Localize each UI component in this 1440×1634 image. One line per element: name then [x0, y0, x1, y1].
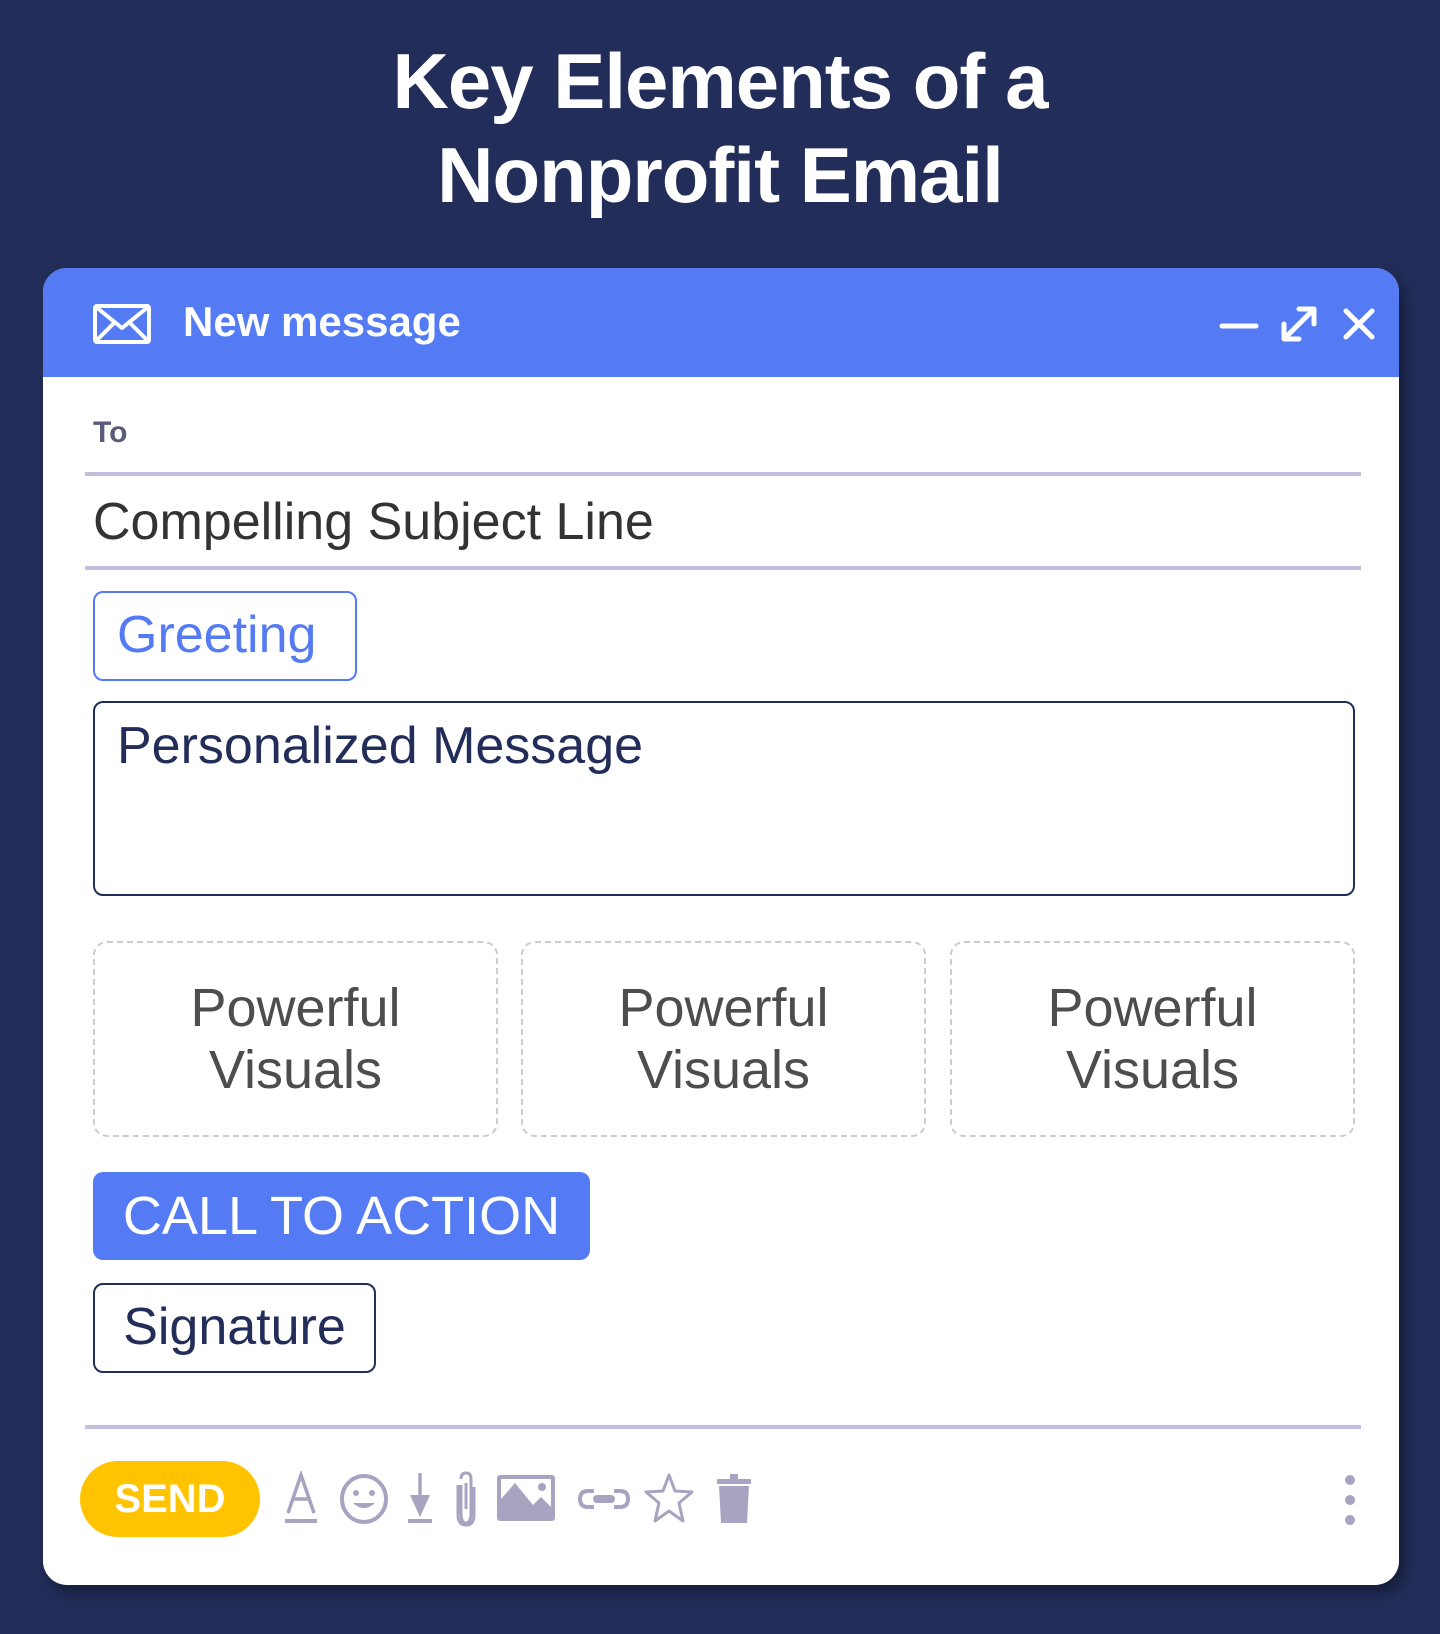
visual-block[interactable]: Powerful Visuals	[521, 941, 926, 1137]
link-icon[interactable]	[576, 1471, 632, 1527]
emoji-icon[interactable]	[338, 1471, 390, 1527]
toolbar-divider	[85, 1425, 1361, 1429]
close-icon[interactable]	[1339, 304, 1379, 344]
visual-label-line-2: Visuals	[1065, 1040, 1240, 1100]
visual-block[interactable]: Powerful Visuals	[93, 941, 498, 1137]
to-field-divider	[85, 472, 1361, 476]
visual-label-line-1: Powerful	[190, 978, 401, 1038]
attachment-icon[interactable]	[453, 1471, 479, 1527]
subject-field-divider	[85, 566, 1361, 570]
greeting-block[interactable]: Greeting	[93, 591, 357, 681]
minimize-icon[interactable]	[1219, 304, 1259, 344]
personalized-message-block[interactable]: Personalized Message	[93, 701, 1355, 896]
star-icon[interactable]	[643, 1471, 695, 1527]
visual-label-line-1: Powerful	[1047, 978, 1258, 1038]
window-title: New message	[183, 298, 461, 345]
mail-icon	[93, 304, 151, 344]
expand-icon[interactable]	[1279, 304, 1319, 344]
send-button[interactable]: SEND	[80, 1461, 260, 1537]
call-to-action-button[interactable]: CALL TO ACTION	[93, 1172, 590, 1260]
page-title-line-1: Key Elements of a	[392, 37, 1049, 125]
visual-label-line-1: Powerful	[618, 978, 829, 1038]
text-format-icon[interactable]	[283, 1471, 319, 1527]
to-field-label[interactable]: To	[93, 416, 127, 450]
visual-block[interactable]: Powerful Visuals	[950, 941, 1355, 1137]
more-options-icon[interactable]	[1338, 1470, 1362, 1530]
signature-block[interactable]: Signature	[93, 1283, 376, 1373]
download-icon[interactable]	[404, 1471, 436, 1527]
visual-label-line-2: Visuals	[208, 1040, 383, 1100]
subject-field[interactable]: Compelling Subject Line	[93, 490, 654, 554]
window-header: New message	[43, 268, 1399, 377]
image-icon[interactable]	[495, 1471, 557, 1527]
trash-icon[interactable]	[714, 1471, 754, 1527]
email-compose-window: New message To Compelling Subject Line G…	[43, 268, 1399, 1585]
visual-label-line-2: Visuals	[636, 1040, 811, 1100]
page-title: Key Elements of a Nonprofit Email	[0, 34, 1440, 222]
page-title-line-2: Nonprofit Email	[437, 131, 1004, 219]
